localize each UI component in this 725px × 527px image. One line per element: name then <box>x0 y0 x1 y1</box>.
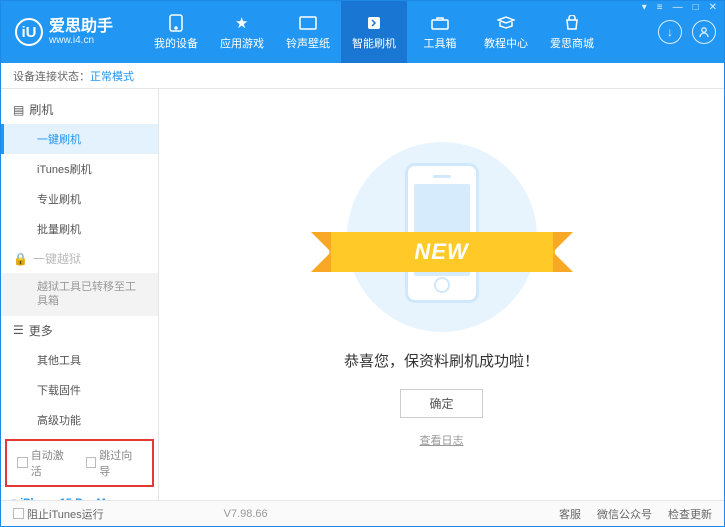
wallpaper-icon <box>298 14 318 32</box>
phone-icon <box>166 14 186 32</box>
checkbox-icon <box>86 457 97 468</box>
main-content: NEW 恭喜您，保资料刷机成功啦！ 确定 查看日志 <box>159 89 724 500</box>
header: iU 爱思助手 www.i4.cn 我的设备 应用游戏 铃声壁纸 智能刷机 工具… <box>1 1 724 63</box>
success-message: 恭喜您，保资料刷机成功啦！ <box>344 350 539 371</box>
footer-link-support[interactable]: 客服 <box>559 506 581 522</box>
app-url: www.i4.cn <box>49 35 113 46</box>
checkbox-icon <box>17 457 28 468</box>
footer-link-update[interactable]: 检查更新 <box>668 506 712 522</box>
more-icon: ☰ <box>13 323 24 337</box>
sidebar-item-advanced[interactable]: 高级功能 <box>1 405 158 435</box>
sidebar-group-flash[interactable]: ▤刷机 <box>1 95 158 124</box>
toolbox-icon <box>430 14 450 32</box>
sidebar-group-more[interactable]: ☰更多 <box>1 316 158 345</box>
sidebar-item-pro-flash[interactable]: 专业刷机 <box>1 184 158 214</box>
win-settings-icon[interactable]: ≡ <box>655 2 665 13</box>
status-bar: 设备连接状态： 正常模式 <box>1 63 724 89</box>
new-banner: NEW <box>329 232 555 272</box>
nav-wallpaper[interactable]: 铃声壁纸 <box>275 1 341 63</box>
sidebar-group-jailbreak: 🔒一键越狱 <box>1 244 158 273</box>
win-maximize-icon[interactable]: □ <box>691 2 701 13</box>
nav-my-device[interactable]: 我的设备 <box>143 1 209 63</box>
footer-link-wechat[interactable]: 微信公众号 <box>597 506 652 522</box>
lock-icon: 🔒 <box>13 252 28 266</box>
sidebar-item-download-firmware[interactable]: 下载固件 <box>1 375 158 405</box>
nav-flash[interactable]: 智能刷机 <box>341 1 407 63</box>
user-button[interactable] <box>692 20 716 44</box>
checkbox-block-itunes[interactable]: 阻止iTunes运行 <box>13 506 104 522</box>
win-menu-icon[interactable]: ▾ <box>640 2 649 13</box>
status-label: 设备连接状态： <box>13 68 90 84</box>
logo[interactable]: iU 爱思助手 www.i4.cn <box>15 18 113 47</box>
ok-button[interactable]: 确定 <box>400 389 482 418</box>
store-icon <box>562 14 582 32</box>
flash-icon <box>364 14 384 32</box>
sidebar-item-batch-flash[interactable]: 批量刷机 <box>1 214 158 244</box>
nav-toolbox[interactable]: 工具箱 <box>407 1 473 63</box>
checkbox-highlight-box: 自动激活 跳过向导 <box>5 439 154 487</box>
view-log-link[interactable]: 查看日志 <box>420 432 464 448</box>
checkbox-auto-activate[interactable]: 自动激活 <box>17 447 74 479</box>
device-info[interactable]: ▯iPhone 15 Pro Max 512GB iPhone <box>1 491 158 500</box>
version-label: V7.98.66 <box>224 508 268 520</box>
checkbox-icon <box>13 508 24 519</box>
sidebar: ▤刷机 一键刷机 iTunes刷机 专业刷机 批量刷机 🔒一键越狱 越狱工具已转… <box>1 89 159 500</box>
tutorial-icon <box>496 14 516 32</box>
nav-store[interactable]: 爱思商城 <box>539 1 605 63</box>
sidebar-jailbreak-note: 越狱工具已转移至工具箱 <box>1 273 158 316</box>
status-mode: 正常模式 <box>90 68 134 84</box>
nav-apps[interactable]: 应用游戏 <box>209 1 275 63</box>
nav-tutorial[interactable]: 教程中心 <box>473 1 539 63</box>
footer: 阻止iTunes运行 V7.98.66 客服 微信公众号 检查更新 <box>1 500 724 526</box>
success-illustration: NEW <box>347 142 537 332</box>
win-close-icon[interactable]: ✕ <box>707 2 719 13</box>
download-button[interactable]: ↓ <box>658 20 682 44</box>
win-minimize-icon[interactable]: — <box>671 2 685 13</box>
app-name: 爱思助手 <box>49 18 113 36</box>
window-controls: ▾ ≡ — □ ✕ <box>640 2 719 13</box>
top-nav: 我的设备 应用游戏 铃声壁纸 智能刷机 工具箱 教程中心 爱思商城 <box>143 1 650 63</box>
apps-icon <box>232 14 252 32</box>
checkbox-skip-guide[interactable]: 跳过向导 <box>86 447 143 479</box>
list-icon: ▤ <box>13 103 24 117</box>
logo-icon: iU <box>15 18 43 46</box>
sidebar-item-itunes-flash[interactable]: iTunes刷机 <box>1 154 158 184</box>
sidebar-item-onekey-flash[interactable]: 一键刷机 <box>1 124 158 154</box>
sidebar-item-other-tools[interactable]: 其他工具 <box>1 345 158 375</box>
